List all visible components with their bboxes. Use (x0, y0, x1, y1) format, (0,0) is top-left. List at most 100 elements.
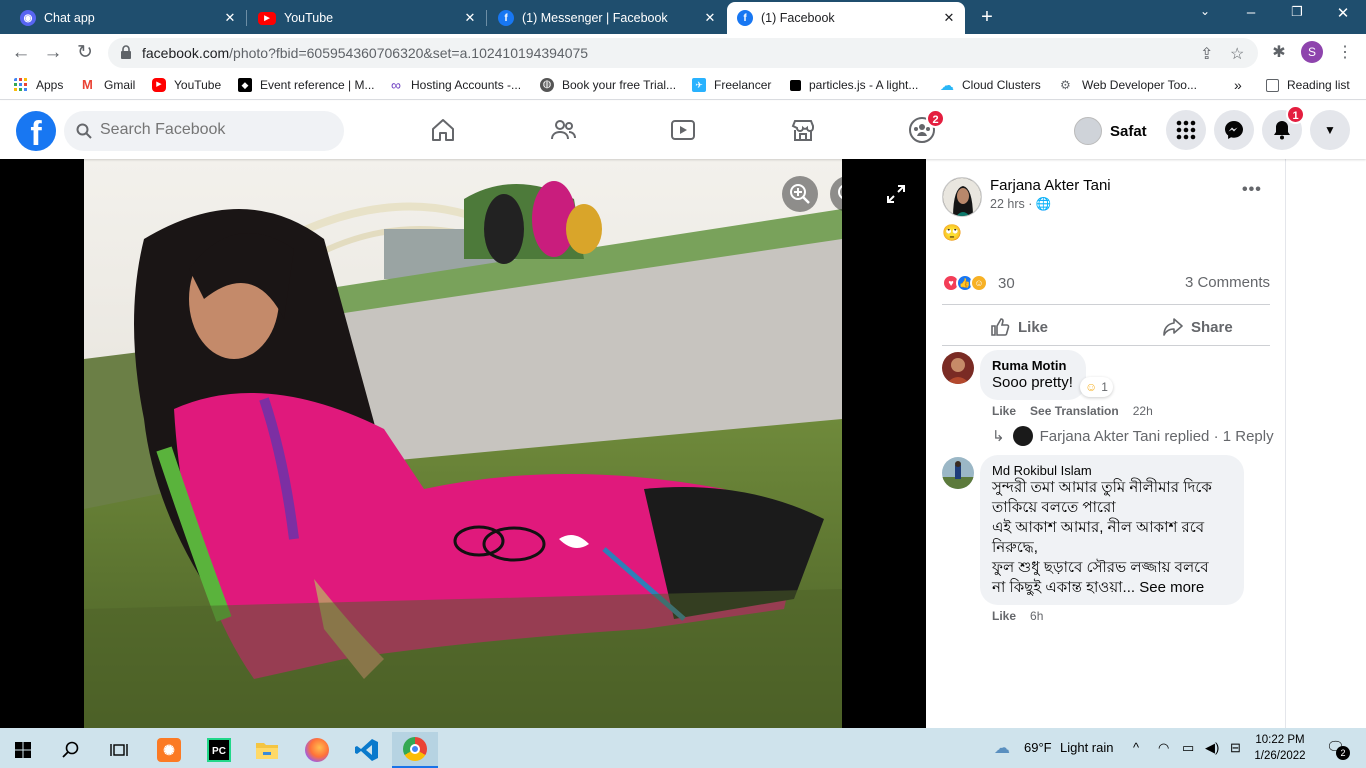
view-replies-link[interactable]: ↳ Farjana Akter Tani replied · 1 Reply (992, 426, 1274, 446)
bookmark-event-reference[interactable]: ◆ Event reference | M... (238, 76, 375, 94)
globe-icon: ◍ (540, 78, 554, 92)
commenter-avatar[interactable] (942, 457, 974, 489)
fullscreen-button[interactable] (878, 176, 914, 212)
tab-chat-app[interactable]: ◉ Chat app ✕ (10, 2, 247, 34)
search-input[interactable] (100, 121, 320, 139)
watch-nav-icon[interactable] (666, 113, 700, 147)
profile-shortcut[interactable]: Safat (1074, 113, 1147, 149)
tab-search-icon[interactable]: ⌄ (1190, 4, 1220, 18)
clock[interactable]: 10:22 PM 1/26/2022 (1252, 732, 1308, 764)
new-tab-button[interactable]: + (976, 6, 998, 29)
profile-avatar[interactable]: S (1301, 41, 1323, 63)
tab-messenger[interactable]: f (1) Messenger | Facebook ✕ (488, 2, 726, 34)
cloud-icon: ☁ (940, 77, 954, 93)
comment-time[interactable]: 6h (1030, 609, 1043, 623)
bookmark-free-trial[interactable]: ◍ Book your free Trial... (540, 76, 676, 94)
tab-youtube[interactable]: ▶ YouTube ✕ (248, 2, 487, 34)
reading-list-button[interactable]: Reading list (1266, 76, 1350, 94)
bookmark-freelancer[interactable]: ✈ Freelancer (692, 76, 771, 94)
weather-icon[interactable]: ☁ (994, 738, 1010, 758)
menu-kebab-icon[interactable]: ⋮ (1334, 42, 1356, 64)
care-reaction-icon: ☺ (970, 274, 988, 292)
home-nav-icon[interactable] (426, 113, 460, 147)
gmail-icon: M (82, 77, 93, 92)
reaction-summary[interactable]: ♥ 👍 ☺ 30 (942, 273, 1015, 293)
tab-separator (246, 10, 247, 26)
comment-time[interactable]: 22h (1133, 404, 1153, 418)
thumbs-up-icon (991, 318, 1010, 336)
friends-nav-icon[interactable] (546, 113, 580, 147)
post-timestamp[interactable]: 22 hrs · 🌐 (990, 197, 1051, 212)
grid-icon (1176, 120, 1196, 140)
pycharm-icon[interactable]: PC (196, 732, 242, 768)
post-photo[interactable] (84, 159, 842, 728)
extensions-icon[interactable]: ✱ (1268, 42, 1290, 64)
close-icon[interactable]: ✕ (941, 10, 957, 26)
more-bookmarks-icon[interactable]: » (1234, 76, 1242, 94)
comment-line: সুন্দরী তমা আমার তুমি নীলীমার দিকে (992, 479, 1212, 496)
marketplace-nav-icon[interactable] (786, 113, 820, 147)
menu-grid-button[interactable] (1166, 110, 1206, 150)
chrome-icon[interactable] (392, 732, 438, 768)
comment-like-link[interactable]: Like (992, 609, 1016, 623)
see-more-link[interactable]: See more (1139, 579, 1204, 596)
firefox-icon[interactable] (294, 732, 340, 768)
forward-icon[interactable]: → (42, 42, 64, 64)
bookmark-gmail[interactable]: M Gmail (82, 76, 135, 94)
reload-icon[interactable]: ↻ (74, 42, 96, 64)
wifi-icon[interactable]: ◠ (1158, 740, 1169, 756)
author-name[interactable]: Farjana Akter Tani (990, 177, 1111, 194)
language-icon[interactable]: ⊟ (1230, 740, 1241, 756)
search-bar[interactable] (64, 111, 344, 151)
facebook-logo-icon[interactable]: f (16, 111, 56, 151)
tab-facebook[interactable]: f (1) Facebook ✕ (727, 2, 965, 34)
battery-icon[interactable]: ▭ (1182, 740, 1194, 756)
share-icon[interactable]: ⇪ (1200, 44, 1213, 64)
close-window-button[interactable]: ✕ (1328, 4, 1358, 22)
reply-arrow-icon: ↳ (992, 428, 1005, 445)
bookmark-hosting-accounts[interactable]: ∞ Hosting Accounts -... (389, 76, 521, 94)
comment-text: Sooo pretty! (992, 374, 1073, 391)
like-button[interactable]: Like (990, 315, 1048, 339)
bookmark-particles[interactable]: particles.js - A light... (790, 76, 918, 94)
caret-down-icon: ▼ (1324, 123, 1336, 137)
volume-icon[interactable]: ◀) (1205, 740, 1219, 756)
tab-separator (486, 10, 487, 26)
messenger-button[interactable] (1214, 110, 1254, 150)
more-options-icon[interactable]: ••• (1242, 181, 1262, 199)
comment-count[interactable]: 3 Comments (1185, 274, 1270, 291)
weather-temp[interactable]: 69°F (1024, 740, 1052, 755)
xampp-icon[interactable]: ✺ (146, 732, 192, 768)
author-avatar[interactable] (942, 177, 982, 217)
restore-button[interactable]: ❐ (1282, 4, 1312, 20)
task-view-icon[interactable] (96, 732, 142, 768)
comment-reaction[interactable]: ☺ 1 (1080, 377, 1113, 397)
minimize-button[interactable]: – (1236, 4, 1266, 21)
commenter-name[interactable]: Md Rokibul Islam (992, 463, 1232, 478)
comment-bubble: Md Rokibul Islam সুন্দরী তমা আমার তুমি ন… (980, 455, 1244, 605)
tab-title: Chat app (44, 11, 95, 25)
zoom-in-button[interactable] (782, 176, 818, 212)
search-icon[interactable] (48, 732, 94, 768)
bookmark-youtube[interactable]: ▶ YouTube (152, 76, 221, 94)
commenter-avatar[interactable] (942, 352, 974, 384)
back-icon[interactable]: ← (10, 42, 32, 64)
file-explorer-icon[interactable] (244, 732, 290, 768)
close-icon[interactable]: ✕ (702, 10, 718, 26)
see-translation-link[interactable]: See Translation (1030, 404, 1119, 418)
close-icon[interactable]: ✕ (222, 10, 238, 26)
bookmark-web-developer[interactable]: ⚙ Web Developer Too... (1060, 76, 1197, 94)
close-icon[interactable]: ✕ (462, 10, 478, 26)
show-hidden-icons[interactable]: ^ (1133, 740, 1139, 755)
weather-desc[interactable]: Light rain (1060, 740, 1113, 755)
vscode-icon[interactable] (344, 732, 390, 768)
bookmark-apps[interactable]: Apps (14, 76, 63, 94)
windows-start-icon[interactable] (0, 732, 46, 768)
share-button[interactable]: Share (1163, 315, 1233, 339)
bookmark-star-icon[interactable]: ☆ (1230, 44, 1244, 64)
comment-like-link[interactable]: Like (992, 404, 1016, 418)
commenter-name[interactable]: Ruma Motin (992, 358, 1074, 373)
omnibox[interactable]: facebook.com/photo?fbid=605954360706320&… (108, 38, 1258, 68)
account-menu-button[interactable]: ▼ (1310, 110, 1350, 150)
bookmark-cloud-clusters[interactable]: ☁ Cloud Clusters (940, 76, 1041, 94)
